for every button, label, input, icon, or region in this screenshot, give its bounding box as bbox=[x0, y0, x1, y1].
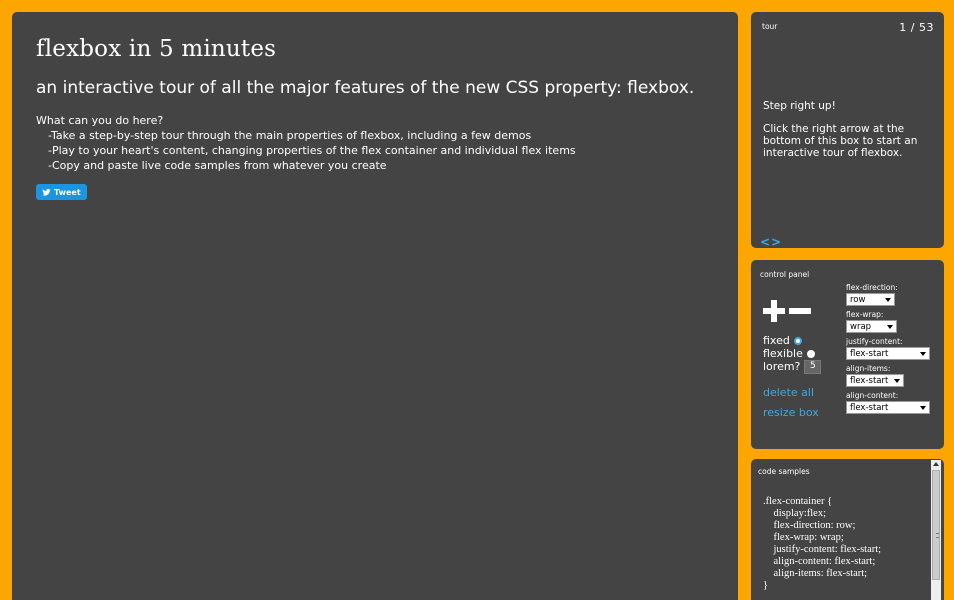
align-content-select[interactable]: flex-start bbox=[846, 401, 930, 414]
flex-properties: flex-direction: row flex-wrap: wrap just… bbox=[846, 283, 930, 418]
justify-content-select[interactable]: flex-start bbox=[846, 347, 930, 360]
flex-wrap-select[interactable]: wrap bbox=[846, 320, 897, 333]
twitter-bird-icon bbox=[42, 188, 51, 196]
grip-icon bbox=[936, 533, 939, 538]
chevron-down-icon bbox=[887, 324, 893, 329]
tour-counter: 1 / 53 bbox=[899, 21, 934, 34]
flexible-option[interactable]: flexible bbox=[763, 347, 821, 360]
resize-box-link[interactable]: resize box bbox=[763, 403, 819, 423]
delete-all-link[interactable]: delete all bbox=[763, 383, 819, 403]
control-links: delete all resize box bbox=[763, 383, 819, 423]
fixed-option[interactable]: fixed bbox=[763, 334, 821, 347]
justify-content-label: justify-content: bbox=[846, 337, 903, 346]
select-value: wrap bbox=[850, 321, 872, 332]
list-item: -Play to your heart's content, changing … bbox=[48, 144, 576, 157]
tour-text: Step right up! Click the right arrow at … bbox=[763, 100, 932, 159]
flex-wrap-label: flex-wrap: bbox=[846, 310, 884, 319]
chevron-down-icon bbox=[894, 378, 900, 383]
scroll-up-icon[interactable] bbox=[933, 462, 939, 466]
list-item: -Take a step-by-step tour through the ma… bbox=[48, 129, 532, 142]
add-remove-buttons bbox=[763, 300, 811, 322]
lorem-input[interactable]: 5 bbox=[804, 359, 822, 374]
control-panel: control panel fixed flexible lorem? 5 de… bbox=[751, 260, 944, 449]
tour-line-2: Click the right arrow at the bottom of t… bbox=[763, 123, 918, 159]
intro-question: What can you do here? bbox=[36, 114, 164, 127]
page-title: flexbox in 5 minutes bbox=[36, 36, 277, 62]
lorem-label: lorem? bbox=[763, 360, 801, 373]
feature-list: -Take a step-by-step tour through the ma… bbox=[48, 128, 714, 173]
flex-direction-select[interactable]: row bbox=[846, 293, 895, 306]
align-items-label: align-items: bbox=[846, 364, 891, 373]
chevron-down-icon bbox=[920, 405, 926, 410]
align-items-select[interactable]: flex-start bbox=[846, 374, 904, 387]
select-value: flex-start bbox=[850, 348, 889, 359]
lorem-option: lorem? 5 bbox=[763, 359, 822, 374]
align-content-label: align-content: bbox=[846, 391, 899, 400]
tour-panel: tour 1 / 53 Step right up! Click the rig… bbox=[751, 12, 944, 248]
next-arrow-icon[interactable]: > bbox=[771, 236, 781, 248]
flexible-label: flexible bbox=[763, 347, 803, 360]
tweet-button[interactable]: Tweet bbox=[36, 184, 87, 200]
control-panel-title: control panel bbox=[760, 270, 810, 279]
fixed-label: fixed bbox=[763, 334, 790, 347]
code-samples-title: code samples bbox=[758, 467, 810, 476]
code-scrollbar[interactable] bbox=[931, 460, 941, 600]
prev-arrow-icon[interactable]: < bbox=[760, 236, 770, 248]
tour-line-1: Step right up! bbox=[763, 100, 836, 112]
main-panel: flexbox in 5 minutes an interactive tour… bbox=[12, 12, 738, 600]
item-options: fixed flexible lorem? 5 bbox=[763, 334, 822, 374]
select-value: row bbox=[850, 294, 866, 305]
page-subtitle: an interactive tour of all the major fea… bbox=[36, 78, 695, 98]
plus-icon[interactable] bbox=[763, 300, 785, 322]
chevron-down-icon bbox=[920, 351, 926, 356]
minus-icon[interactable] bbox=[789, 300, 811, 322]
fixed-radio[interactable] bbox=[793, 336, 802, 345]
flex-direction-label: flex-direction: bbox=[846, 283, 898, 292]
scrollbar-thumb[interactable] bbox=[932, 470, 940, 580]
code-samples-panel: code samples .flex-container { display:f… bbox=[751, 459, 944, 600]
select-value: flex-start bbox=[850, 402, 889, 413]
tour-nav: < > bbox=[760, 236, 781, 248]
code-sample[interactable]: .flex-container { display:flex; flex-dir… bbox=[763, 496, 937, 592]
tweet-label: Tweet bbox=[54, 187, 81, 197]
select-value: flex-start bbox=[850, 375, 889, 386]
list-item: -Copy and paste live code samples from w… bbox=[48, 159, 387, 172]
flexible-radio[interactable] bbox=[806, 349, 815, 358]
chevron-down-icon bbox=[885, 297, 891, 302]
